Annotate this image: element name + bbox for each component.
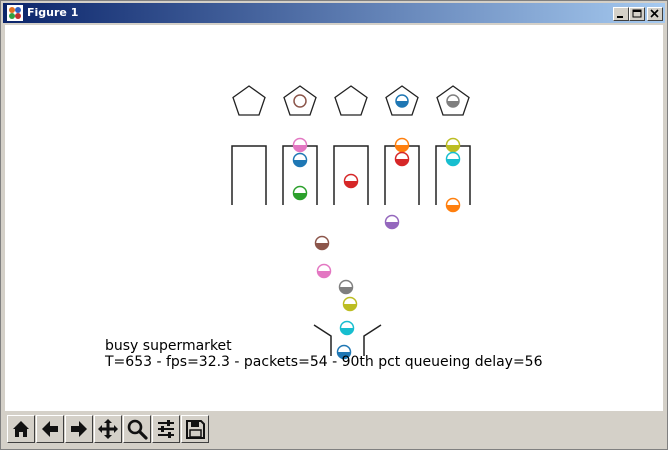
- queue-1: [231, 145, 267, 205]
- packet: [339, 320, 355, 336]
- packet: [394, 151, 410, 167]
- scenario-label: busy supermarket: [105, 338, 232, 354]
- server-3-icon: [334, 85, 368, 116]
- zoom-button[interactable]: [123, 415, 151, 443]
- packet: [384, 214, 400, 230]
- window-title: Figure 1: [27, 6, 79, 19]
- minimize-button[interactable]: [613, 7, 629, 21]
- packet: [445, 197, 461, 213]
- home-button[interactable]: [7, 415, 35, 443]
- maximize-icon: [632, 9, 642, 18]
- close-icon: [650, 9, 659, 18]
- packet: [342, 296, 358, 312]
- sliders-icon: [158, 420, 174, 438]
- packet-in-service-server-4: [395, 94, 409, 108]
- packet: [445, 151, 461, 167]
- packets: [292, 137, 461, 360]
- arrow-right-icon: [71, 421, 87, 437]
- minimize-icon: [617, 16, 623, 18]
- close-button[interactable]: [647, 7, 663, 21]
- forward-button[interactable]: [65, 415, 93, 443]
- stats-label: T=653 - fps=32.3 - packets=54 - 90th pct…: [105, 354, 543, 370]
- navigation-toolbar: [5, 413, 663, 447]
- home-icon: [13, 421, 29, 437]
- maximize-button[interactable]: [629, 7, 645, 21]
- app-icon: [7, 5, 23, 21]
- save-button[interactable]: [181, 415, 209, 443]
- figure-canvas[interactable]: busy supermarket T=653 - fps=32.3 - pack…: [5, 25, 663, 411]
- packet: [316, 263, 332, 279]
- floppy-disk-icon: [186, 420, 205, 439]
- packet-in-service-server-2: [293, 94, 307, 108]
- title-bar[interactable]: Figure 1: [3, 3, 665, 23]
- move-icon: [98, 419, 118, 439]
- configure-subplots-button[interactable]: [152, 415, 180, 443]
- server-2-icon: [283, 85, 317, 116]
- figure-window: Figure 1 busy supermarket T=653 - fps=32…: [0, 0, 668, 450]
- packet: [292, 185, 308, 201]
- back-button[interactable]: [36, 415, 64, 443]
- packet: [292, 137, 308, 153]
- packet: [445, 137, 461, 153]
- arrow-left-icon: [42, 421, 58, 437]
- magnifier-icon: [127, 419, 148, 440]
- packet: [338, 279, 354, 295]
- packet: [394, 137, 410, 153]
- pan-button[interactable]: [94, 415, 122, 443]
- packet-in-service-server-5: [446, 94, 460, 108]
- server-1-icon: [232, 85, 266, 116]
- packet: [292, 152, 308, 168]
- packet: [343, 173, 359, 189]
- packet: [314, 235, 330, 251]
